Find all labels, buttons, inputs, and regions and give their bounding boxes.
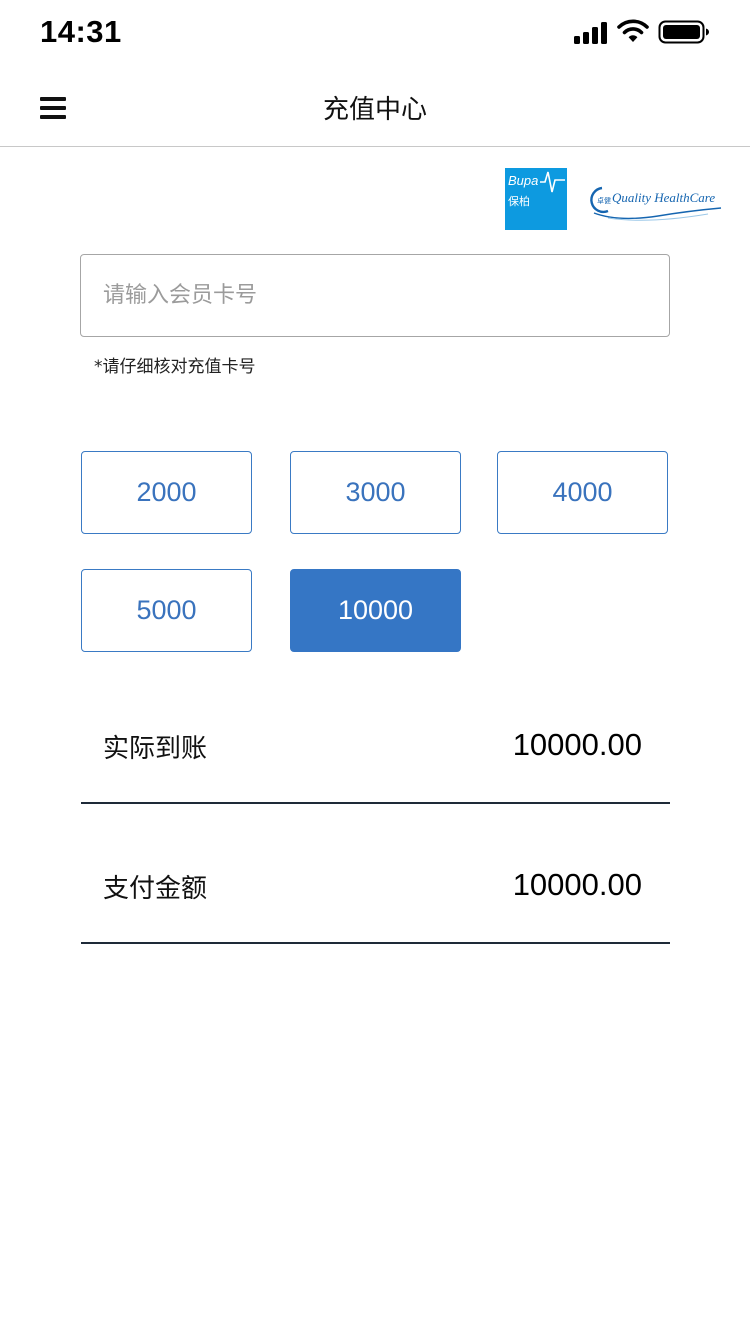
actual-amount-row: 实际到账 10000.00 bbox=[81, 669, 670, 804]
bupa-logo-text: Bupa bbox=[508, 173, 538, 188]
bupa-logo: Bupa 保柏 bbox=[505, 168, 567, 230]
amount-button-2000[interactable]: 2000 bbox=[81, 451, 252, 534]
payment-amount-row: 支付金额 10000.00 bbox=[81, 809, 670, 944]
qhc-logo-cn-text: 卓健 bbox=[597, 196, 611, 205]
qhc-logo-text: Quality HealthCare bbox=[612, 190, 715, 205]
amount-button-3000[interactable]: 3000 bbox=[290, 451, 461, 534]
quality-healthcare-logo: 卓健 Quality HealthCare bbox=[590, 186, 722, 221]
recharge-screen: 14:31 充值中心 Bupa 保柏 卓健 Quality HealthCare… bbox=[0, 0, 750, 1326]
payment-amount-value: 10000.00 bbox=[512, 867, 642, 902]
member-card-input[interactable] bbox=[80, 254, 670, 337]
bupa-logo-cn-text: 保柏 bbox=[508, 194, 530, 208]
actual-amount-label: 实际到账 bbox=[103, 734, 208, 764]
cellular-signal-icon bbox=[574, 20, 610, 44]
battery-icon bbox=[658, 20, 709, 44]
navigation-bar: 充值中心 bbox=[0, 64, 750, 147]
status-time: 14:31 bbox=[40, 14, 122, 49]
amount-button-5000[interactable]: 5000 bbox=[81, 569, 252, 652]
payment-amount-label: 支付金额 bbox=[103, 874, 208, 904]
card-hint-text: *请仔细核对充值卡号 bbox=[94, 357, 256, 377]
actual-amount-value: 10000.00 bbox=[512, 727, 642, 762]
amount-button-4000[interactable]: 4000 bbox=[497, 451, 668, 534]
status-bar: 14:31 bbox=[0, 0, 750, 64]
page-title: 充值中心 bbox=[322, 95, 427, 125]
amount-button-10000[interactable]: 10000 bbox=[290, 569, 461, 652]
wifi-icon bbox=[617, 19, 649, 42]
